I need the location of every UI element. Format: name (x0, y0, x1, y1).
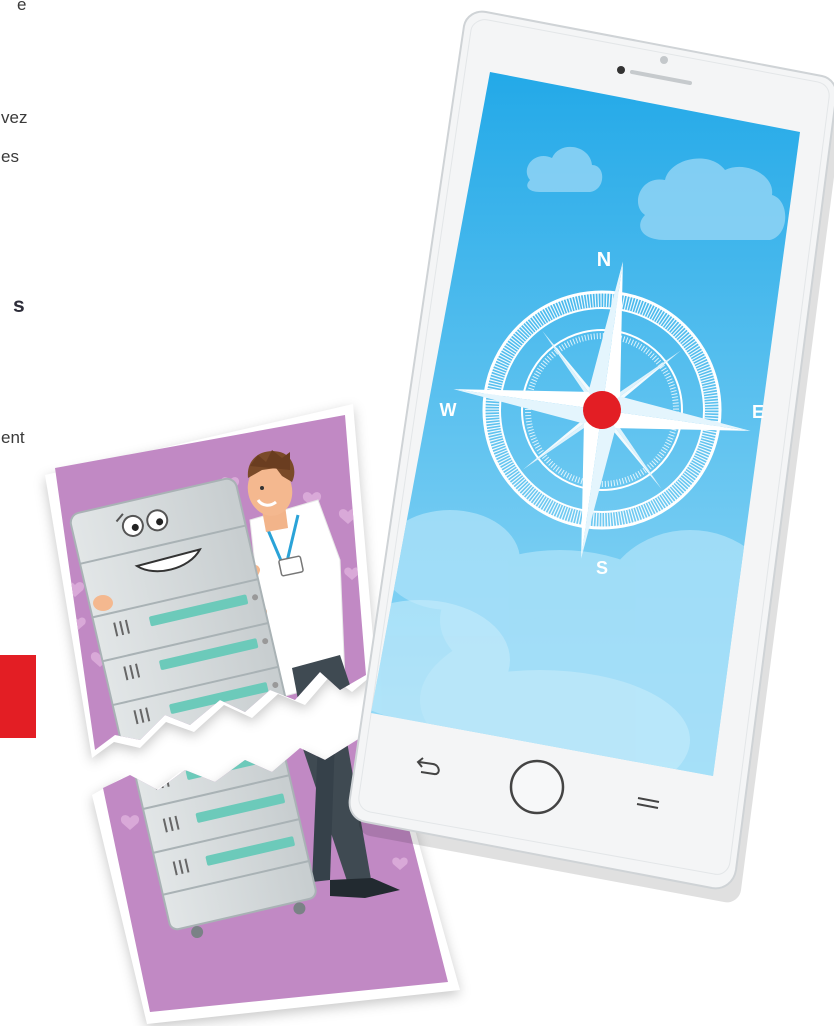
photo-top-piece (45, 404, 376, 758)
home-button-icon[interactable] (509, 759, 565, 815)
compass-east-label: E (752, 402, 764, 422)
smartphone: N S E W (348, 10, 834, 903)
compass-south-label: S (596, 558, 608, 578)
illustration: N S E W (45, 10, 834, 1024)
compass-north-label: N (597, 249, 611, 271)
compass-west-label: W (440, 400, 457, 420)
